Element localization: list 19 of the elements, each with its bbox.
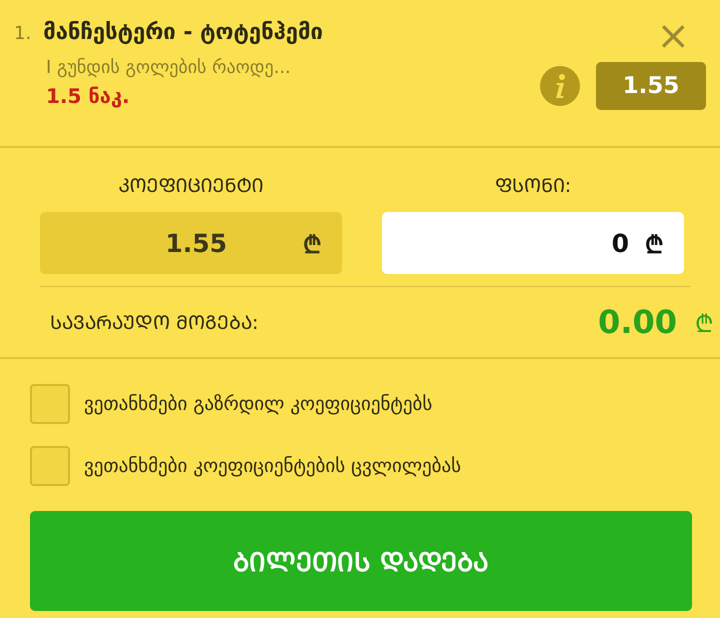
- close-button[interactable]: ×: [656, 20, 690, 52]
- potential-win-value: 0.00: [598, 303, 677, 341]
- potential-win-label: ᲡᲐᲕᲐᲠᲐᲣᲓᲝ ᲛᲝᲒᲔᲑᲐ:: [50, 311, 260, 335]
- bet-number: 1.: [14, 23, 32, 44]
- checkbox-label: ვეთანხმები კოეფიციენტების ცვლილებას: [84, 455, 462, 477]
- selection-label: 1.5 ნაკ.: [46, 84, 131, 108]
- info-icon[interactable]: [540, 66, 580, 106]
- odds-field: 1.55 ₾: [40, 212, 342, 274]
- currency-sign: ₾: [695, 308, 714, 338]
- checkbox-label: ვეთანხმები გაზრდილ კოეფიციენტებს: [84, 393, 432, 415]
- field-label: ᲙᲝᲔᲤᲘᲪᲘᲔᲜᲢᲘ: [118, 174, 264, 198]
- checkbox[interactable]: [30, 384, 70, 424]
- market-name: I გუნდის გოლების რაოდე...: [46, 57, 292, 78]
- checkbox[interactable]: [30, 446, 70, 486]
- match-title: მანჩესტერი - ტოტენჰემი: [43, 20, 323, 45]
- stake-field[interactable]: 0 ₾: [382, 212, 684, 274]
- odds-badge: 1.55: [596, 62, 706, 110]
- field-label: ᲤᲡᲝᲜᲘ:: [494, 174, 572, 198]
- place-bet-button[interactable]: ᲑᲘᲚᲔᲗᲘᲡ ᲓᲐᲓᲔᲑᲐ: [30, 511, 692, 611]
